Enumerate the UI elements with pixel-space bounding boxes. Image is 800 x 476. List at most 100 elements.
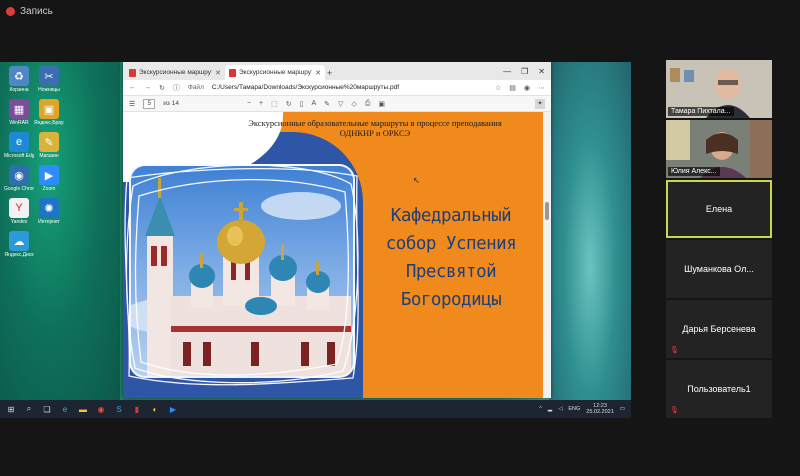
slide-subtitle-line1: Экскурсионные образовательные маршруты в… — [248, 118, 502, 128]
highlight-icon[interactable]: ▽ — [338, 100, 343, 108]
pdf-viewer[interactable]: Экскурсионные образовательные маршруты в… — [123, 112, 551, 398]
maximize-button[interactable]: ❐ — [521, 67, 528, 76]
zoom-in-button[interactable]: + — [259, 100, 263, 107]
desktop-icon-label: Yandex — [10, 219, 28, 225]
yandex-taskbar-icon[interactable]: ◐ — [150, 404, 160, 414]
participant-tile-5[interactable]: Дарья Берсенева 🎙 — [666, 300, 772, 358]
save-icon[interactable]: ▣ — [378, 100, 385, 108]
zoom-out-button[interactable]: − — [247, 100, 251, 107]
read-aloud-icon[interactable]: A — [311, 100, 316, 107]
record-dot-icon — [6, 6, 15, 16]
desktop-icon-10[interactable]: ☁ Яндекс.Диск — [4, 231, 34, 258]
heading-line-1: Кафедральный — [390, 206, 512, 226]
system-tray: ^ ▂ ◁ ENG 12:23 25.02.2021 ▭ — [539, 403, 631, 415]
heading-line-2: собор Успения — [385, 234, 517, 254]
chrome-icon: ◉ — [9, 165, 29, 185]
page-view-icon[interactable]: ▯ — [300, 100, 304, 108]
page-total: из 14 — [163, 100, 179, 107]
desktop-icon-6[interactable]: ◉Google Chrome — [4, 165, 34, 192]
desktop-icon-5[interactable]: ✎ Магазин — [34, 132, 64, 159]
notifications-icon[interactable]: ▭ — [620, 406, 625, 412]
network-tray-icon[interactable]: ▂ — [548, 406, 552, 412]
search-icon[interactable]: ⌕ — [24, 404, 34, 414]
participant-tile-2[interactable]: Юлия Алекс... — [666, 120, 772, 178]
desktop-icon-label: Google Chrome — [4, 186, 34, 192]
slide-heading: Кафедральный собор Успения Пресвятой Бог… — [361, 202, 541, 314]
participant-tile-1[interactable]: Тамара Пихтала... — [666, 60, 772, 118]
tab-title: Экскурсионные маршруты.pdf — [239, 69, 312, 76]
edge-icon: e — [9, 132, 29, 152]
pdf-toolbar: ☰ 5 из 14 − + ⬚ ↻ ▯ A ✎ ▽ ◇ ⎙ ▣ ✦ — [123, 96, 551, 112]
contents-icon[interactable]: ☰ — [129, 100, 135, 108]
zoom-taskbar-icon[interactable]: ▶ — [168, 404, 178, 414]
slide-subtitle: Экскурсионные образовательные маршруты в… — [207, 118, 543, 138]
address-prefix: Файл — [187, 84, 204, 91]
pdf-scrollbar[interactable] — [543, 112, 551, 398]
desktop-icon-label: Яндекс.Браузер — [34, 120, 64, 126]
forward-icon[interactable]: → — [144, 84, 151, 91]
url-field[interactable]: C:/Users/Тамара/Downloads/Экскурсионные%… — [212, 84, 487, 91]
collections-icon[interactable]: ▤ — [509, 84, 516, 92]
participant-name: Шуманкова Ол... — [684, 264, 754, 274]
yandex-icon: Y — [9, 198, 29, 218]
shared-screen: ♻Корзина✂Ножницы▦WinRAR▣Яндекс.БраузерeM… — [0, 62, 631, 418]
winrar-icon: ▦ — [9, 99, 29, 119]
clock-date: 25.02.2021 — [586, 409, 614, 415]
desktop-icon-1[interactable]: ✂ Ножницы — [34, 66, 64, 93]
participant-tile-6[interactable]: Пользователь1 🎙 — [666, 360, 772, 418]
edge-taskbar-icon[interactable]: e — [60, 404, 70, 414]
back-icon[interactable]: ← — [129, 84, 136, 91]
profile-icon[interactable]: ◉ — [524, 84, 530, 92]
pin-toolbar-icon[interactable]: ✦ — [535, 98, 545, 109]
windows-taskbar: ⊞ ⌕ ❏ e ▬ ◉ S ▮ ◐ ▶ ^ ▂ ◁ ENG 12:23 25.0… — [0, 400, 631, 418]
fit-page-icon[interactable]: ⬚ — [271, 100, 278, 108]
desktop-icon-8[interactable]: Y Yandex — [4, 198, 34, 225]
browser-tab-2[interactable]: Экскурсионные маршруты.pdf ✕ — [225, 65, 325, 80]
address-bar: ← → ↻ ⓘ Файл C:/Users/Тамара/Downloads/Э… — [123, 80, 551, 96]
rotate-icon[interactable]: ↻ — [286, 100, 292, 108]
desktop-icon-7[interactable]: ▶ Zoom — [34, 165, 64, 192]
desktop-icon-2[interactable]: ▦ WinRAR — [4, 99, 34, 126]
participant-tile-3[interactable]: Елена — [666, 180, 772, 238]
language-indicator[interactable]: ENG — [568, 406, 580, 412]
chrome-taskbar-icon[interactable]: ◉ — [96, 404, 106, 414]
desktop-icon-9[interactable]: ✺ Интернет — [34, 198, 64, 225]
participant-tile-4[interactable]: Шуманкова Ол... — [666, 240, 772, 298]
more-icon[interactable]: ⋯ — [538, 84, 545, 92]
refresh-icon[interactable]: ↻ — [159, 84, 165, 92]
taskbar-clock[interactable]: 12:23 25.02.2021 — [586, 403, 614, 415]
favorite-icon[interactable]: ☆ — [495, 84, 501, 92]
close-tab-icon[interactable]: ✕ — [315, 69, 321, 77]
close-tab-icon[interactable]: ✕ — [215, 69, 221, 77]
browser-tab-1[interactable]: Экскурсионные маршруты.pdf ✕ — [125, 65, 225, 80]
desktop-icon-3[interactable]: ▣Яндекс.Браузер — [34, 99, 64, 126]
network-icon: ✺ — [39, 198, 59, 218]
windows-start-icon[interactable]: ⊞ — [6, 404, 16, 414]
erase-icon[interactable]: ◇ — [351, 100, 356, 108]
participant-name: Елена — [705, 204, 733, 214]
mouse-cursor-icon: ↖ — [413, 176, 420, 185]
task-view-icon[interactable]: ❏ — [42, 404, 52, 414]
minimize-button[interactable]: — — [503, 67, 511, 76]
draw-icon[interactable]: ✎ — [324, 100, 330, 108]
desktop-icon-0[interactable]: ♻ Корзина — [4, 66, 34, 93]
desktop-icons: ♻Корзина✂Ножницы▦WinRAR▣Яндекс.БраузерeM… — [4, 66, 64, 258]
pdf-file-icon — [229, 68, 236, 77]
close-window-button[interactable]: ✕ — [538, 67, 545, 76]
file-explorer-icon[interactable]: ▬ — [78, 404, 88, 414]
desktop-icon-label: WinRAR — [9, 120, 29, 126]
volume-tray-icon[interactable]: ◁ — [558, 406, 562, 412]
desktop-icon-label: Корзина — [9, 87, 29, 93]
print-icon[interactable]: ⎙ — [365, 100, 371, 108]
slide-page: Экскурсионные образовательные маршруты в… — [123, 112, 543, 398]
info-icon[interactable]: ⓘ — [173, 83, 180, 93]
tray-chevron-icon[interactable]: ^ — [539, 406, 542, 412]
slide-subtitle-line2: ОДНКНР и ОРКСЭ — [339, 128, 411, 138]
new-tab-button[interactable]: + — [327, 68, 332, 78]
desktop-icon-4[interactable]: eMicrosoft Edge — [4, 132, 34, 159]
pdf-taskbar-icon[interactable]: ▮ — [132, 404, 142, 414]
recording-label: Запись — [20, 5, 53, 17]
scrollbar-thumb[interactable] — [545, 202, 549, 220]
skype-taskbar-icon[interactable]: S — [114, 404, 124, 414]
page-number-input[interactable]: 5 — [143, 98, 156, 109]
